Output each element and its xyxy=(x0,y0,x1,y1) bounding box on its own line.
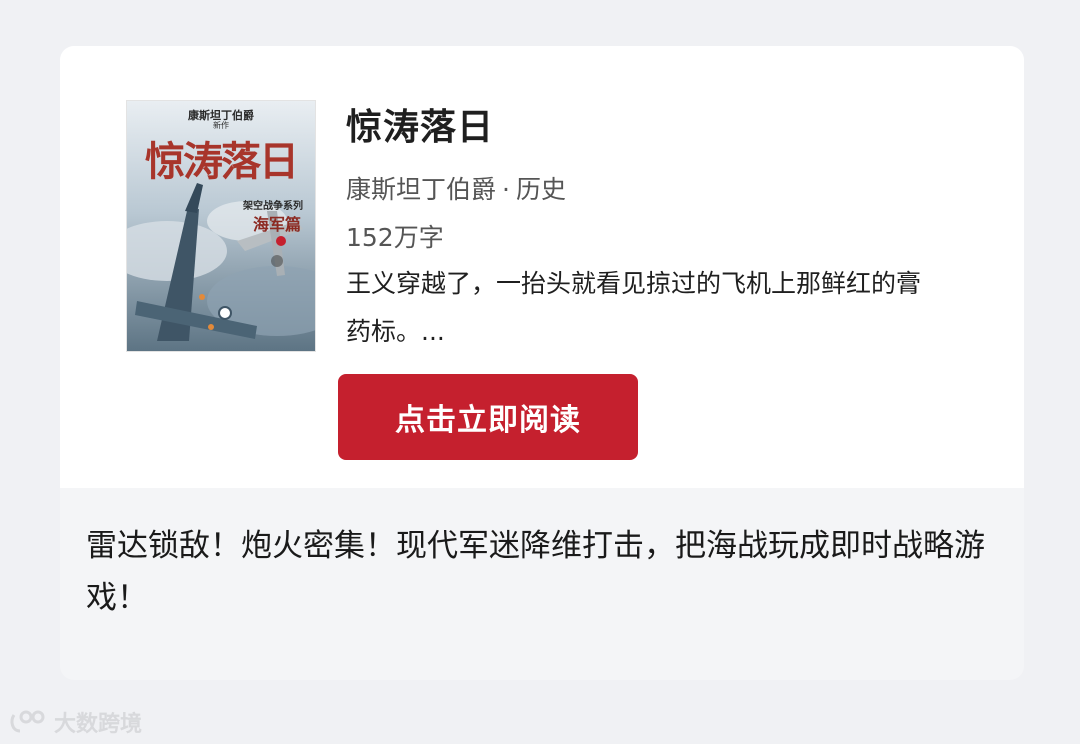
watermark: 大数跨境 xyxy=(8,706,142,738)
book-word-count: 152万字 xyxy=(346,223,444,252)
book-info-section: 康斯坦丁伯爵 新作 惊涛落日 架空战争系列 海军篇 惊涛落日 康斯坦丁伯爵 · 历史… xyxy=(60,46,1024,488)
cover-series: 架空战争系列 xyxy=(243,201,303,212)
cover-volume: 海军篇 xyxy=(252,215,301,234)
book-cover-image[interactable]: 康斯坦丁伯爵 新作 惊涛落日 架空战争系列 海军篇 xyxy=(126,100,316,352)
meta-separator: · xyxy=(502,175,510,204)
watermark-logo-icon xyxy=(10,710,45,733)
cover-title: 惊涛落日 xyxy=(145,139,299,185)
book-ad-card[interactable]: 康斯坦丁伯爵 新作 惊涛落日 架空战争系列 海军篇 惊涛落日 康斯坦丁伯爵 · 历史… xyxy=(60,46,1024,680)
book-description: 王义穿越了，一抬头就看见掠过的飞机上那鲜红的膏药标。... xyxy=(346,269,922,346)
promo-text: 雷达锁敌！炮火密集！现代军迷降维打击，把海战玩成即时战略游戏！ xyxy=(86,528,985,616)
watermark-text: 大数跨境 xyxy=(54,712,143,737)
read-now-button[interactable]: 点击立即阅读 xyxy=(338,374,638,460)
book-author: 康斯坦丁伯爵 xyxy=(346,175,497,204)
book-genre: 历史 xyxy=(515,175,566,204)
book-title[interactable]: 惊涛落日 xyxy=(346,98,494,150)
book-meta: 康斯坦丁伯爵 · 历史 xyxy=(346,170,566,206)
